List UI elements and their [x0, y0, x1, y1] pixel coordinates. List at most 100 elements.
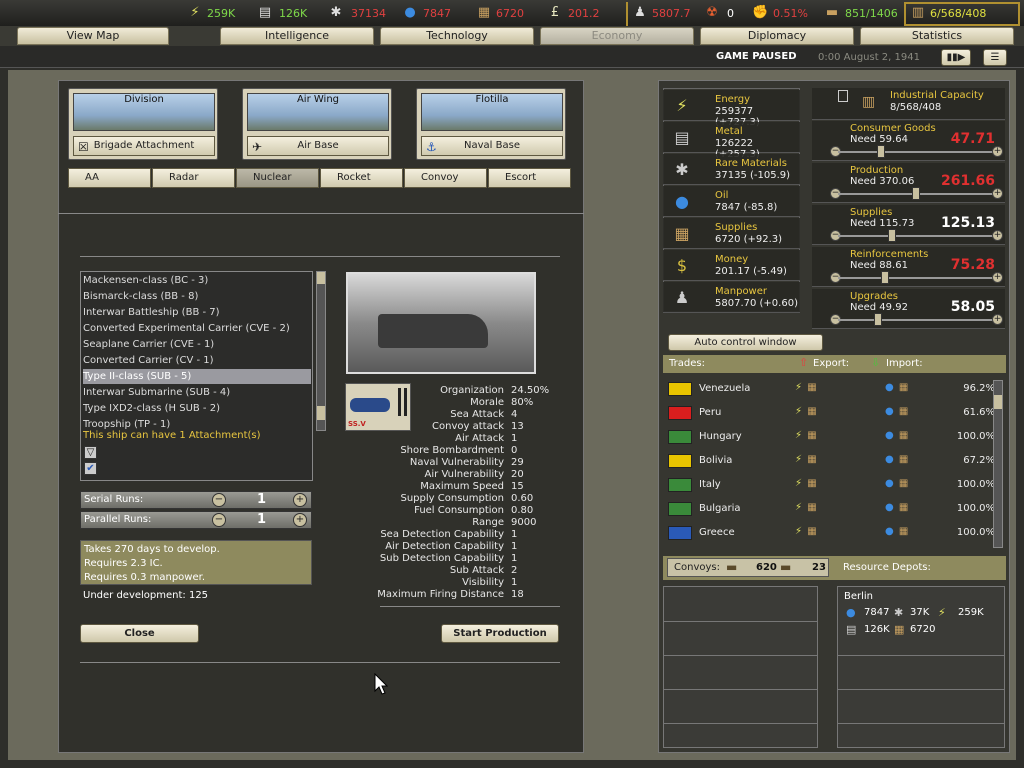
stat-value: 0.80 — [511, 505, 534, 516]
tab-economy[interactable]: Economy — [540, 27, 694, 45]
airwing-image[interactable]: Air Wing — [247, 93, 389, 131]
unit-type-division[interactable]: Division ☒ Brigade Attachment — [68, 88, 218, 160]
scroll-up-icon[interactable] — [317, 272, 325, 284]
subtab-escort[interactable]: Escort — [488, 168, 571, 188]
stat-label: Sub Attack — [449, 565, 504, 576]
list-item[interactable]: Converted Experimental Carrier (CVE - 2) — [83, 321, 311, 336]
slider-plus-button[interactable]: + — [992, 230, 1003, 241]
division-image[interactable]: Division — [73, 93, 215, 131]
list-item[interactable]: Type IXD2-class (H SUB - 2) — [83, 401, 311, 416]
close-button[interactable]: Close — [80, 624, 199, 643]
resource-row[interactable]: $ Money 201.17 (-5.49) — [663, 250, 800, 281]
slider-handle[interactable] — [881, 271, 889, 284]
flag-icon — [668, 502, 692, 516]
resource-row[interactable]: ♟ Manpower 5807.70 (+0.60) — [663, 282, 800, 313]
resource-row[interactable]: ● Oil 7847 (-85.8) — [663, 186, 800, 217]
subtab-radar[interactable]: Radar — [152, 168, 235, 188]
parallel-minus-button[interactable]: − — [212, 513, 226, 527]
stat-value: 2 — [511, 565, 518, 576]
stat-label: Maximum Speed — [420, 481, 504, 492]
scroll-thumb[interactable] — [994, 395, 1002, 409]
ic-checkbox[interactable] — [838, 90, 848, 102]
slider-plus-button[interactable]: + — [992, 272, 1003, 283]
trade-row[interactable]: Greece ⚡ ▦ ● ▦ 100.0% — [665, 524, 995, 548]
subtab-convoy[interactable]: Convoy — [404, 168, 487, 188]
resource-name: Metal — [715, 126, 743, 137]
flotilla-image[interactable]: Flotilla — [421, 93, 563, 131]
resource-row[interactable]: ⚡Energy259377 (+727.3) — [663, 90, 800, 128]
stat-label: Fuel Consumption — [414, 505, 504, 516]
brigade-attachment-button[interactable]: ☒ Brigade Attachment — [73, 136, 215, 156]
air-base-button[interactable]: ✈ Air Base — [247, 136, 389, 156]
scroll-thumb[interactable] — [317, 406, 325, 420]
slider-plus-button[interactable]: + — [992, 188, 1003, 199]
trade-row[interactable]: Hungary ⚡ ▦ ● ▦ 100.0% — [665, 428, 995, 452]
serial-minus-button[interactable]: − — [212, 493, 226, 507]
import-goods-icons: ● ▦ — [885, 478, 910, 489]
divider — [664, 621, 817, 622]
resource-row[interactable]: ▦ Supplies 6720 (+92.3) — [663, 218, 800, 249]
list-item-selected[interactable]: Type II-class (SUB - 5) — [83, 369, 311, 384]
slider-handle[interactable] — [911, 187, 920, 200]
unit-type-flotilla[interactable]: Flotilla ⚓ Naval Base — [416, 88, 566, 160]
unit-type-airwing[interactable]: Air Wing ✈ Air Base — [242, 88, 392, 160]
energy-icon: ⚡ — [676, 96, 688, 115]
subtab-rocket[interactable]: Rocket — [320, 168, 403, 188]
stat-value: 24.50% — [511, 385, 550, 396]
list-item[interactable]: Bismarck-class (BB - 8) — [83, 289, 311, 304]
slider-track[interactable] — [838, 319, 1000, 321]
tab-intelligence[interactable]: Intelligence — [220, 27, 374, 45]
metal-icon: ▤ — [258, 5, 272, 20]
parallel-runs-label: Parallel Runs: — [84, 514, 152, 525]
auto-control-window-button[interactable]: Auto control window — [668, 334, 823, 351]
stat-label: Visibility — [462, 577, 504, 588]
tab-technology[interactable]: Technology — [380, 27, 534, 45]
trade-row[interactable]: Venezuela ⚡ ▦ ● ▦ 96.2% — [665, 380, 995, 404]
trade-row[interactable]: Bulgaria ⚡ ▦ ● ▦ 100.0% — [665, 500, 995, 524]
stat-value: 0.60 — [511, 493, 534, 504]
slider-value: 75.28 — [950, 257, 995, 273]
slider-plus-button[interactable]: + — [992, 146, 1003, 157]
slider-track[interactable] — [838, 235, 1000, 237]
slider-handle[interactable] — [888, 229, 896, 242]
start-production-button[interactable]: Start Production — [441, 624, 559, 643]
tab-diplomacy[interactable]: Diplomacy — [700, 27, 854, 45]
list-item[interactable]: Interwar Submarine (SUB - 4) — [83, 385, 311, 400]
ship-model-list[interactable]: Mackensen-class (BC - 3) Bismarck-class … — [80, 271, 313, 481]
convoy-list[interactable] — [663, 586, 818, 748]
slider-plus-button[interactable]: + — [992, 314, 1003, 325]
divider — [58, 213, 584, 214]
under-development-text: Under development: 125 — [83, 590, 209, 601]
trade-row[interactable]: Bolivia ⚡ ▦ ● ▦ 67.2% — [665, 452, 995, 476]
ship-list-scrollbar[interactable] — [316, 271, 326, 431]
list-item[interactable]: Seaplane Carrier (CVE - 1) — [83, 337, 311, 352]
list-item[interactable]: Interwar Battleship (BB - 7) — [83, 305, 311, 320]
attachment-slot-icon[interactable]: ▽ — [84, 446, 97, 459]
slider-track[interactable] — [838, 277, 1000, 279]
slider-handle[interactable] — [876, 145, 885, 158]
oil-icon: ● — [846, 606, 856, 619]
slider-handle[interactable] — [874, 313, 882, 326]
list-item[interactable]: Converted Carrier (CV - 1) — [83, 353, 311, 368]
trade-row[interactable]: Italy ⚡ ▦ ● ▦ 100.0% — [665, 476, 995, 500]
subtab-nuclear[interactable]: Nuclear — [236, 168, 319, 188]
pause-play-button[interactable]: ▮▮▶ — [941, 49, 971, 66]
top-ic-value: 6/568/408 — [930, 7, 987, 20]
convoys-box[interactable]: Convoys: ▬ 620 ▬ 23 — [667, 558, 829, 577]
depot-list[interactable]: Berlin ● 7847 ✱ 37K ⚡ 259K ▤ 126K ▦ 6720 — [837, 586, 1005, 748]
slider-track[interactable] — [838, 151, 1000, 153]
resource-row[interactable]: ✱ Rare Materials 37135 (-105.9) — [663, 154, 800, 185]
tab-statistics[interactable]: Statistics — [860, 27, 1014, 45]
tab-view-map[interactable]: View Map — [17, 27, 169, 45]
trade-row[interactable]: Peru ⚡ ▦ ● ▦ 61.6% — [665, 404, 995, 428]
checkmark-icon[interactable]: ✔ — [84, 462, 97, 475]
naval-base-button[interactable]: ⚓ Naval Base — [421, 136, 563, 156]
supplies-icon: ▦ — [674, 224, 690, 243]
parallel-plus-button[interactable]: + — [293, 513, 307, 527]
resource-row[interactable]: ▤Metal126222 (+257.3) — [663, 122, 800, 160]
trades-scrollbar[interactable] — [993, 380, 1003, 548]
subtab-aa[interactable]: AA — [68, 168, 151, 188]
list-item[interactable]: Mackensen-class (BC - 3) — [83, 273, 311, 288]
serial-plus-button[interactable]: + — [293, 493, 307, 507]
menu-button[interactable]: ☰ — [983, 49, 1007, 66]
